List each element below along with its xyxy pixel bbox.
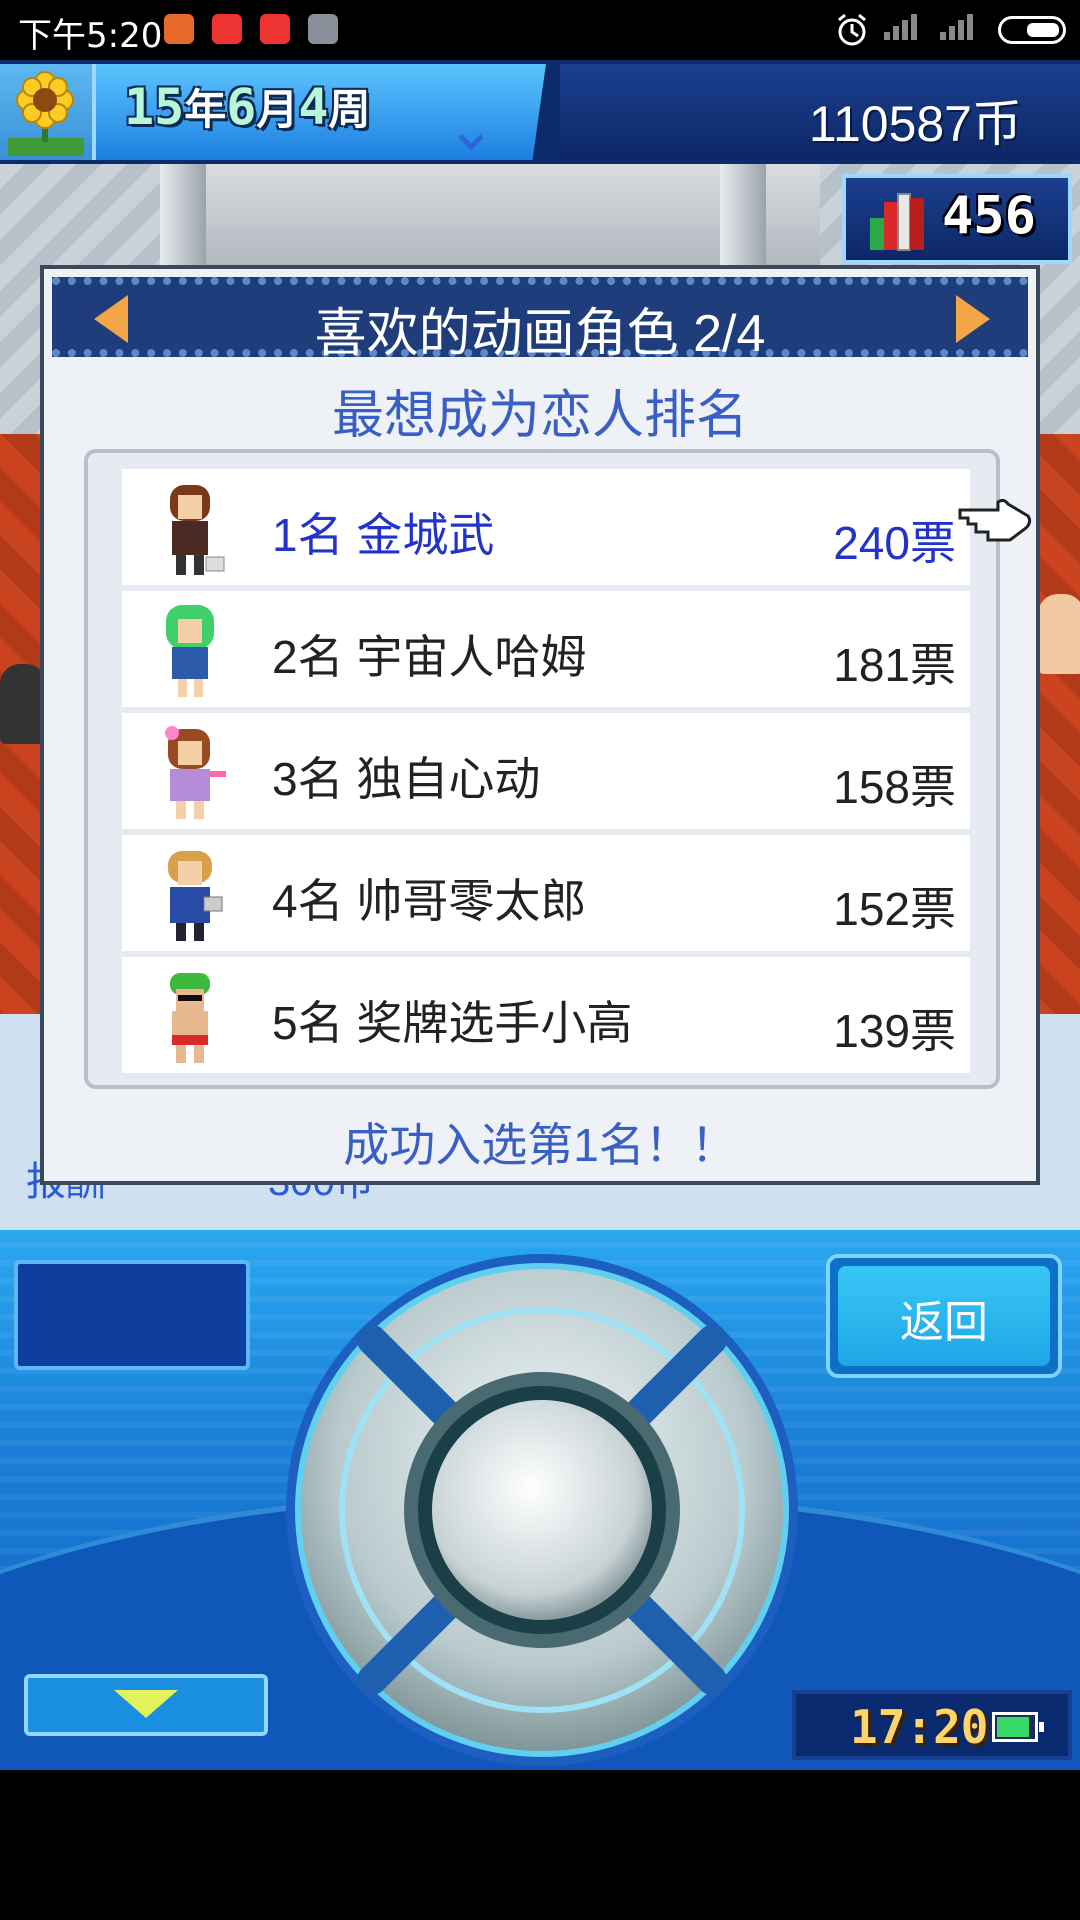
year-unit: 年 — [184, 85, 227, 134]
month-unit: 月 — [256, 85, 299, 134]
row-votes: 139票 — [833, 1005, 956, 1057]
chevron-down-icon[interactable] — [458, 134, 484, 150]
money-panel: 110587币 — [560, 64, 1080, 160]
result-message: 成功入选第1名！！ — [343, 1119, 737, 1171]
row-votes: 158票 — [833, 761, 956, 813]
alarm-icon — [838, 13, 866, 46]
date-month: 6 — [226, 78, 257, 136]
game-clock: 17:20 — [792, 1690, 1072, 1760]
next-page-arrow-icon[interactable] — [956, 295, 990, 343]
dialog-title: 喜欢的动画角色 2/4 — [314, 305, 766, 363]
pointing-hand-icon — [958, 498, 1032, 542]
ranking-row[interactable]: 2名 宇宙人哈姆 181票 — [122, 591, 970, 707]
back-button-label: 返回 — [900, 1298, 988, 1347]
ranking-subtitle: 最想成为恋人排名 — [331, 387, 748, 445]
ranking-row[interactable]: 3名 独自心动 158票 — [122, 713, 970, 829]
signal-icon — [884, 10, 924, 40]
controller-panel: 返回 17:20 — [0, 1230, 1080, 1770]
date-year: 15 — [124, 78, 185, 136]
battery-level-icon — [992, 1712, 1044, 1742]
top-bar: 15年6月4周 110587币 — [0, 60, 1080, 164]
status-bar: 下午5:20 — [0, 0, 1080, 60]
character-avatar-icon — [165, 726, 226, 819]
menu-slot[interactable] — [14, 1260, 250, 1370]
ranking-dialog: 喜欢的动画角色 2/4 最想成为恋人排名 1名 金城武 240票 2名 宇宙人哈… — [40, 265, 1040, 1185]
books-icon — [870, 193, 924, 251]
row-name: 4名 帅哥零太郎 — [272, 875, 587, 927]
character-avatar-icon — [168, 851, 223, 941]
row-votes: 181票 — [833, 639, 956, 691]
back-button[interactable]: 返回 — [826, 1254, 1062, 1378]
ranking-row[interactable]: 5名 奖牌选手小高 139票 — [122, 957, 970, 1073]
money-display: 110587币 — [808, 96, 1022, 152]
chart-app-icon — [212, 14, 242, 44]
back-button-face: 返回 — [838, 1266, 1050, 1366]
status-time: 下午5:20 — [18, 16, 163, 56]
dialog-header: 喜欢的动画角色 2/4 — [52, 277, 1028, 363]
row-name: 2名 宇宙人哈姆 — [272, 631, 587, 683]
character-avatar-icon — [166, 605, 214, 697]
date-panel[interactable]: 15年6月4周 — [96, 64, 546, 160]
row-name: 5名 奖牌选手小高 — [272, 997, 633, 1049]
document-app-icon — [308, 14, 338, 44]
ranking-row[interactable]: 4名 帅哥零太郎 152票 — [122, 835, 970, 951]
week-unit: 周 — [328, 85, 371, 134]
character-avatar-icon — [170, 485, 225, 575]
sunflower-icon[interactable] — [0, 64, 96, 160]
signal-icon-2 — [940, 10, 980, 40]
chart-app-icon-2 — [260, 14, 290, 44]
row-name: 3名 独自心动 — [272, 753, 541, 805]
ranking-list: 1名 金城武 240票 2名 宇宙人哈姆 181票 3名 独自心动 158票 4… — [84, 449, 1000, 1089]
ranking-row[interactable]: 1名 金城武 240票 — [122, 469, 970, 585]
npc-character[interactable] — [1038, 594, 1080, 674]
row-name: 1名 金城武 — [272, 509, 495, 561]
clock-time: 17:20 — [850, 1700, 989, 1754]
triangle-down-icon — [114, 1690, 178, 1718]
down-button[interactable] — [24, 1674, 268, 1736]
date-display: 15年6月4周 — [124, 76, 370, 137]
row-votes: 152票 — [833, 883, 956, 935]
books-counter[interactable]: 456 — [842, 174, 1072, 264]
row-votes: 240票 — [833, 517, 956, 569]
bottom-blank — [0, 1770, 1080, 1920]
books-count: 456 — [942, 186, 1036, 246]
character-avatar-icon — [170, 973, 210, 1063]
battery-icon — [998, 16, 1066, 44]
date-week: 4 — [298, 78, 329, 136]
dpad-icon[interactable] — [282, 1250, 802, 1770]
app-notification-icon — [164, 14, 194, 44]
